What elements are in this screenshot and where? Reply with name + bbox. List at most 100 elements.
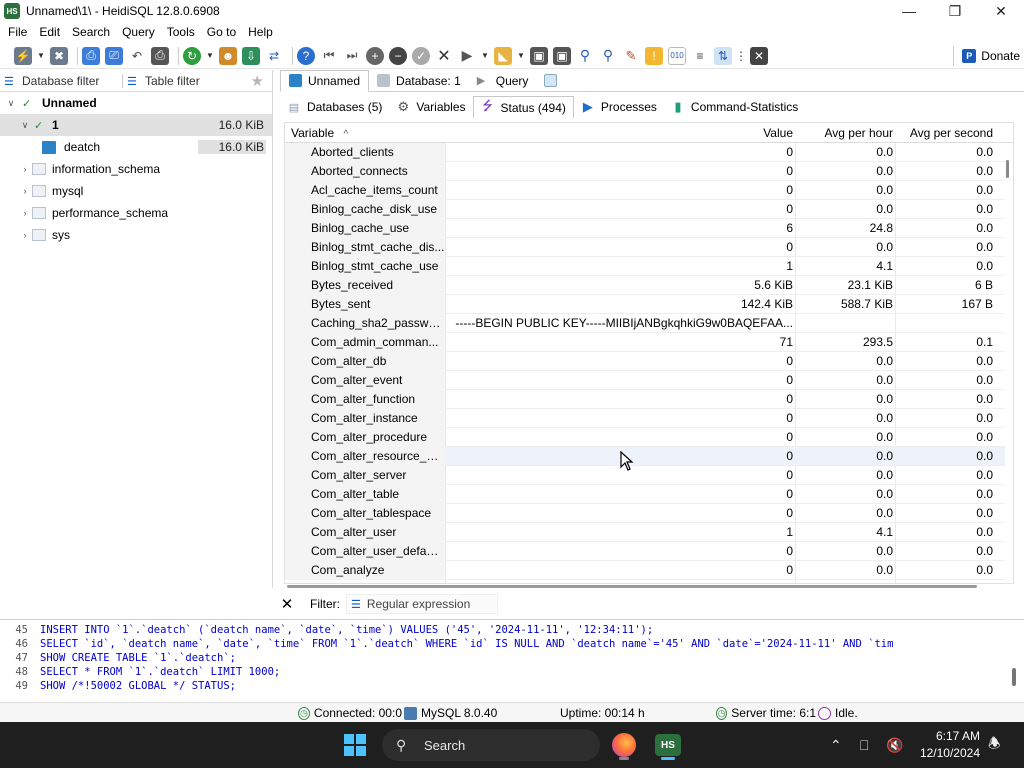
donate-button[interactable]: P Donate [953, 46, 1020, 66]
cell-avg-per-hour[interactable]: 0.0 [795, 181, 895, 200]
windows-start-icon[interactable] [344, 734, 366, 756]
format-sql-icon[interactable]: ✎ [622, 47, 640, 65]
cell-variable[interactable]: Acl_cache_items_count [285, 181, 445, 200]
cell-avg-per-second[interactable]: 0.0 [895, 181, 995, 200]
refresh-icon[interactable]: ↻ [183, 46, 201, 65]
wrap-lines-icon[interactable]: ≡ [691, 47, 709, 65]
last-record-icon[interactable]: ⏭ [343, 47, 361, 65]
cell-avg-per-second[interactable]: 0.0 [895, 371, 995, 390]
binary-toggle-icon[interactable]: 010 [668, 46, 686, 65]
close-window-button[interactable]: ✕ [978, 0, 1024, 22]
menu-search[interactable]: Search [66, 25, 116, 39]
cell-avg-per-second[interactable]: 0.0 [895, 523, 995, 542]
cell-variable[interactable]: Com_alter_event [285, 371, 445, 390]
cell-avg-per-second[interactable]: 0.0 [895, 200, 995, 219]
cell-avg-per-hour[interactable]: 293.5 [795, 333, 895, 352]
save-as-icon[interactable]: ▣ [553, 46, 571, 65]
tab-processes[interactable]: ▶ Processes [574, 96, 664, 118]
tab-query[interactable]: ▶ Query [469, 70, 537, 92]
grid-horizontal-scrollbar[interactable] [287, 584, 1007, 588]
disconnect-icon[interactable]: ✖ [50, 46, 68, 65]
cell-avg-per-second[interactable]: 0.0 [895, 428, 995, 447]
cell-variable[interactable]: Binlog_cache_use [285, 219, 445, 238]
cell-variable[interactable]: Com_alter_db [285, 352, 445, 371]
cell-avg-per-second[interactable]: 0.0 [895, 143, 995, 162]
table-row[interactable]: Com_alter_table 0 0.0 0.0 [285, 485, 1005, 504]
cell-value[interactable]: 0 [445, 542, 795, 561]
cell-value[interactable]: 0 [445, 561, 795, 580]
maximize-button[interactable]: ❐ [932, 0, 978, 22]
menu-edit[interactable]: Edit [33, 25, 66, 39]
scrollbar-thumb[interactable] [1006, 160, 1009, 178]
run-dropdown-icon[interactable]: ▼ [481, 47, 489, 65]
minimize-button[interactable]: — [886, 0, 932, 22]
cell-avg-per-second[interactable]: 0.0 [895, 219, 995, 238]
cell-avg-per-hour[interactable]: 0.0 [795, 162, 895, 181]
column-header-avg-per-hour[interactable]: Avg per hour [795, 123, 894, 143]
taskbar-search[interactable]: ⚲ Search [382, 729, 600, 761]
more-options-icon[interactable]: ⋮ [735, 47, 747, 65]
paste-icon[interactable]: ⎚ [105, 46, 123, 65]
cell-avg-per-hour[interactable]: 0.0 [795, 542, 895, 561]
cell-avg-per-hour[interactable]: 588.7 KiB [795, 295, 895, 314]
menu-query[interactable]: Query [116, 25, 161, 39]
cell-avg-per-second[interactable]: 0.0 [895, 257, 995, 276]
column-header-variable[interactable]: Variable ^ [291, 123, 348, 143]
cancel-record-icon[interactable]: ✕ [435, 47, 453, 65]
refresh-dropdown-icon[interactable]: ▼ [206, 47, 214, 65]
cell-avg-per-second[interactable]: 0.0 [895, 162, 995, 181]
connect-dropdown-icon[interactable]: ▼ [37, 47, 45, 65]
status-grid[interactable]: Variable ^ Value Avg per hour Avg per se… [284, 122, 1014, 584]
expand-arrow-icon[interactable]: › [18, 186, 32, 196]
cell-variable[interactable]: Com_alter_user [285, 523, 445, 542]
grid-vertical-scrollbar[interactable] [1006, 140, 1012, 580]
sync-icon[interactable]: ⇄ [265, 47, 283, 65]
expand-arrow-icon[interactable]: › [18, 230, 32, 240]
table-row[interactable]: Com_alter_procedure 0 0.0 0.0 [285, 428, 1005, 447]
table-row[interactable]: Aborted_clients 0 0.0 0.0 [285, 143, 1005, 162]
table-row[interactable]: Aborted_connects 0 0.0 0.0 [285, 162, 1005, 181]
cell-avg-per-hour[interactable]: 0.0 [795, 200, 895, 219]
cell-avg-per-hour[interactable]: 24.8 [795, 219, 895, 238]
undo-icon[interactable]: ↶ [128, 47, 146, 65]
save-icon[interactable]: ▣ [530, 46, 548, 65]
cell-avg-per-hour[interactable]: 23.1 KiB [795, 276, 895, 295]
cell-variable[interactable]: Binlog_stmt_cache_dis... [285, 238, 445, 257]
connect-icon[interactable]: ⚡ [14, 46, 32, 65]
print-icon[interactable]: ⎙ [151, 46, 169, 65]
taskbar-firefox[interactable] [608, 729, 640, 761]
open-folder-icon[interactable]: ◣ [494, 46, 512, 65]
database-filter-tab[interactable]: ☰ Database filter [0, 74, 118, 88]
cell-avg-per-hour[interactable]: 0.0 [795, 390, 895, 409]
cell-avg-per-hour[interactable]: 0.0 [795, 561, 895, 580]
cell-value[interactable]: 71 [445, 333, 795, 352]
cell-variable[interactable]: Binlog_cache_disk_use [285, 200, 445, 219]
cell-avg-per-second[interactable]: 0.0 [895, 561, 995, 580]
import-icon[interactable]: ⇩ [242, 46, 260, 65]
add-record-icon[interactable]: + [366, 46, 384, 65]
cell-variable[interactable]: Com_alter_instance [285, 409, 445, 428]
cell-value[interactable]: 0 [445, 371, 795, 390]
cell-variable[interactable]: Com_alter_user_defaul... [285, 542, 445, 561]
cell-variable[interactable]: Caching_sha2_passwo... [285, 314, 445, 333]
new-query-tab-button[interactable] [536, 70, 571, 92]
cell-value[interactable]: 0 [445, 409, 795, 428]
scrollbar-thumb[interactable] [287, 585, 977, 588]
cell-avg-per-hour[interactable]: 0.0 [795, 485, 895, 504]
tab-database[interactable]: Database: 1 [369, 70, 469, 92]
run-query-icon[interactable]: ▶ [458, 47, 476, 65]
cell-variable[interactable]: Aborted_clients [285, 143, 445, 162]
cell-value[interactable]: 0 [445, 238, 795, 257]
cell-avg-per-second[interactable] [895, 314, 995, 333]
help-icon[interactable]: ? [297, 46, 315, 65]
cell-avg-per-second[interactable]: 0.0 [895, 466, 995, 485]
cell-value[interactable]: 0 [445, 428, 795, 447]
find-replace-icon[interactable]: ⚲ [599, 47, 617, 65]
notification-bell-icon[interactable]: 🕭 [988, 722, 1001, 768]
cell-variable[interactable]: Binlog_stmt_cache_use [285, 257, 445, 276]
table-row[interactable]: Acl_cache_items_count 0 0.0 0.0 [285, 181, 1005, 200]
tree-node-information-schema[interactable]: › information_schema [0, 158, 272, 180]
cell-value[interactable]: 0 [445, 200, 795, 219]
cell-value[interactable]: 0 [445, 162, 795, 181]
table-row[interactable]: Com_alter_user 1 4.1 0.0 [285, 523, 1005, 542]
